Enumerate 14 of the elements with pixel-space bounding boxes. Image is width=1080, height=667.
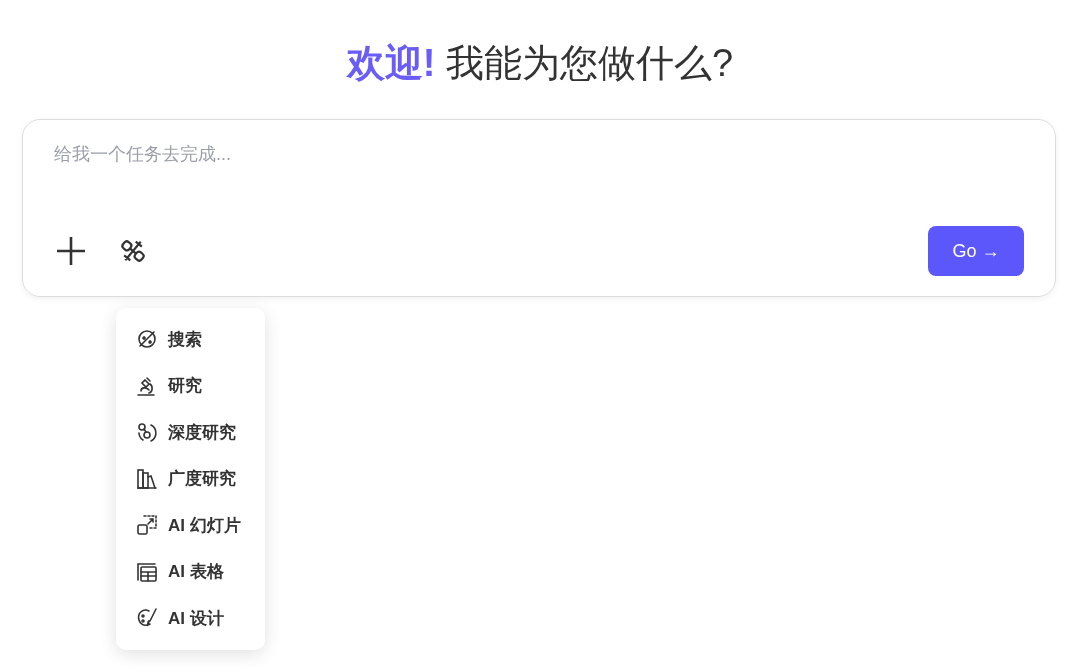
books-icon (135, 466, 159, 491)
menu-item[interactable]: 搜索 (135, 316, 265, 363)
nodes-icon (135, 420, 159, 445)
menu-item[interactable]: AI 设计 (135, 595, 265, 642)
task-input[interactable]: 给我一个任务去完成... Go → (22, 119, 1056, 297)
menu-item[interactable]: 广度研究 (135, 455, 265, 502)
menu-item[interactable]: 研究 (135, 362, 265, 409)
plus-icon[interactable] (54, 234, 88, 268)
menu-item[interactable]: AI 表格 (135, 548, 265, 595)
menu-item[interactable]: 深度研究 (135, 409, 265, 456)
resize-icon (135, 513, 159, 538)
menu-item[interactable]: AI 幻灯片 (135, 502, 265, 549)
go-button[interactable]: Go → (928, 226, 1024, 276)
welcome-heading: 欢迎! 我能为您做什么? (345, 41, 735, 86)
